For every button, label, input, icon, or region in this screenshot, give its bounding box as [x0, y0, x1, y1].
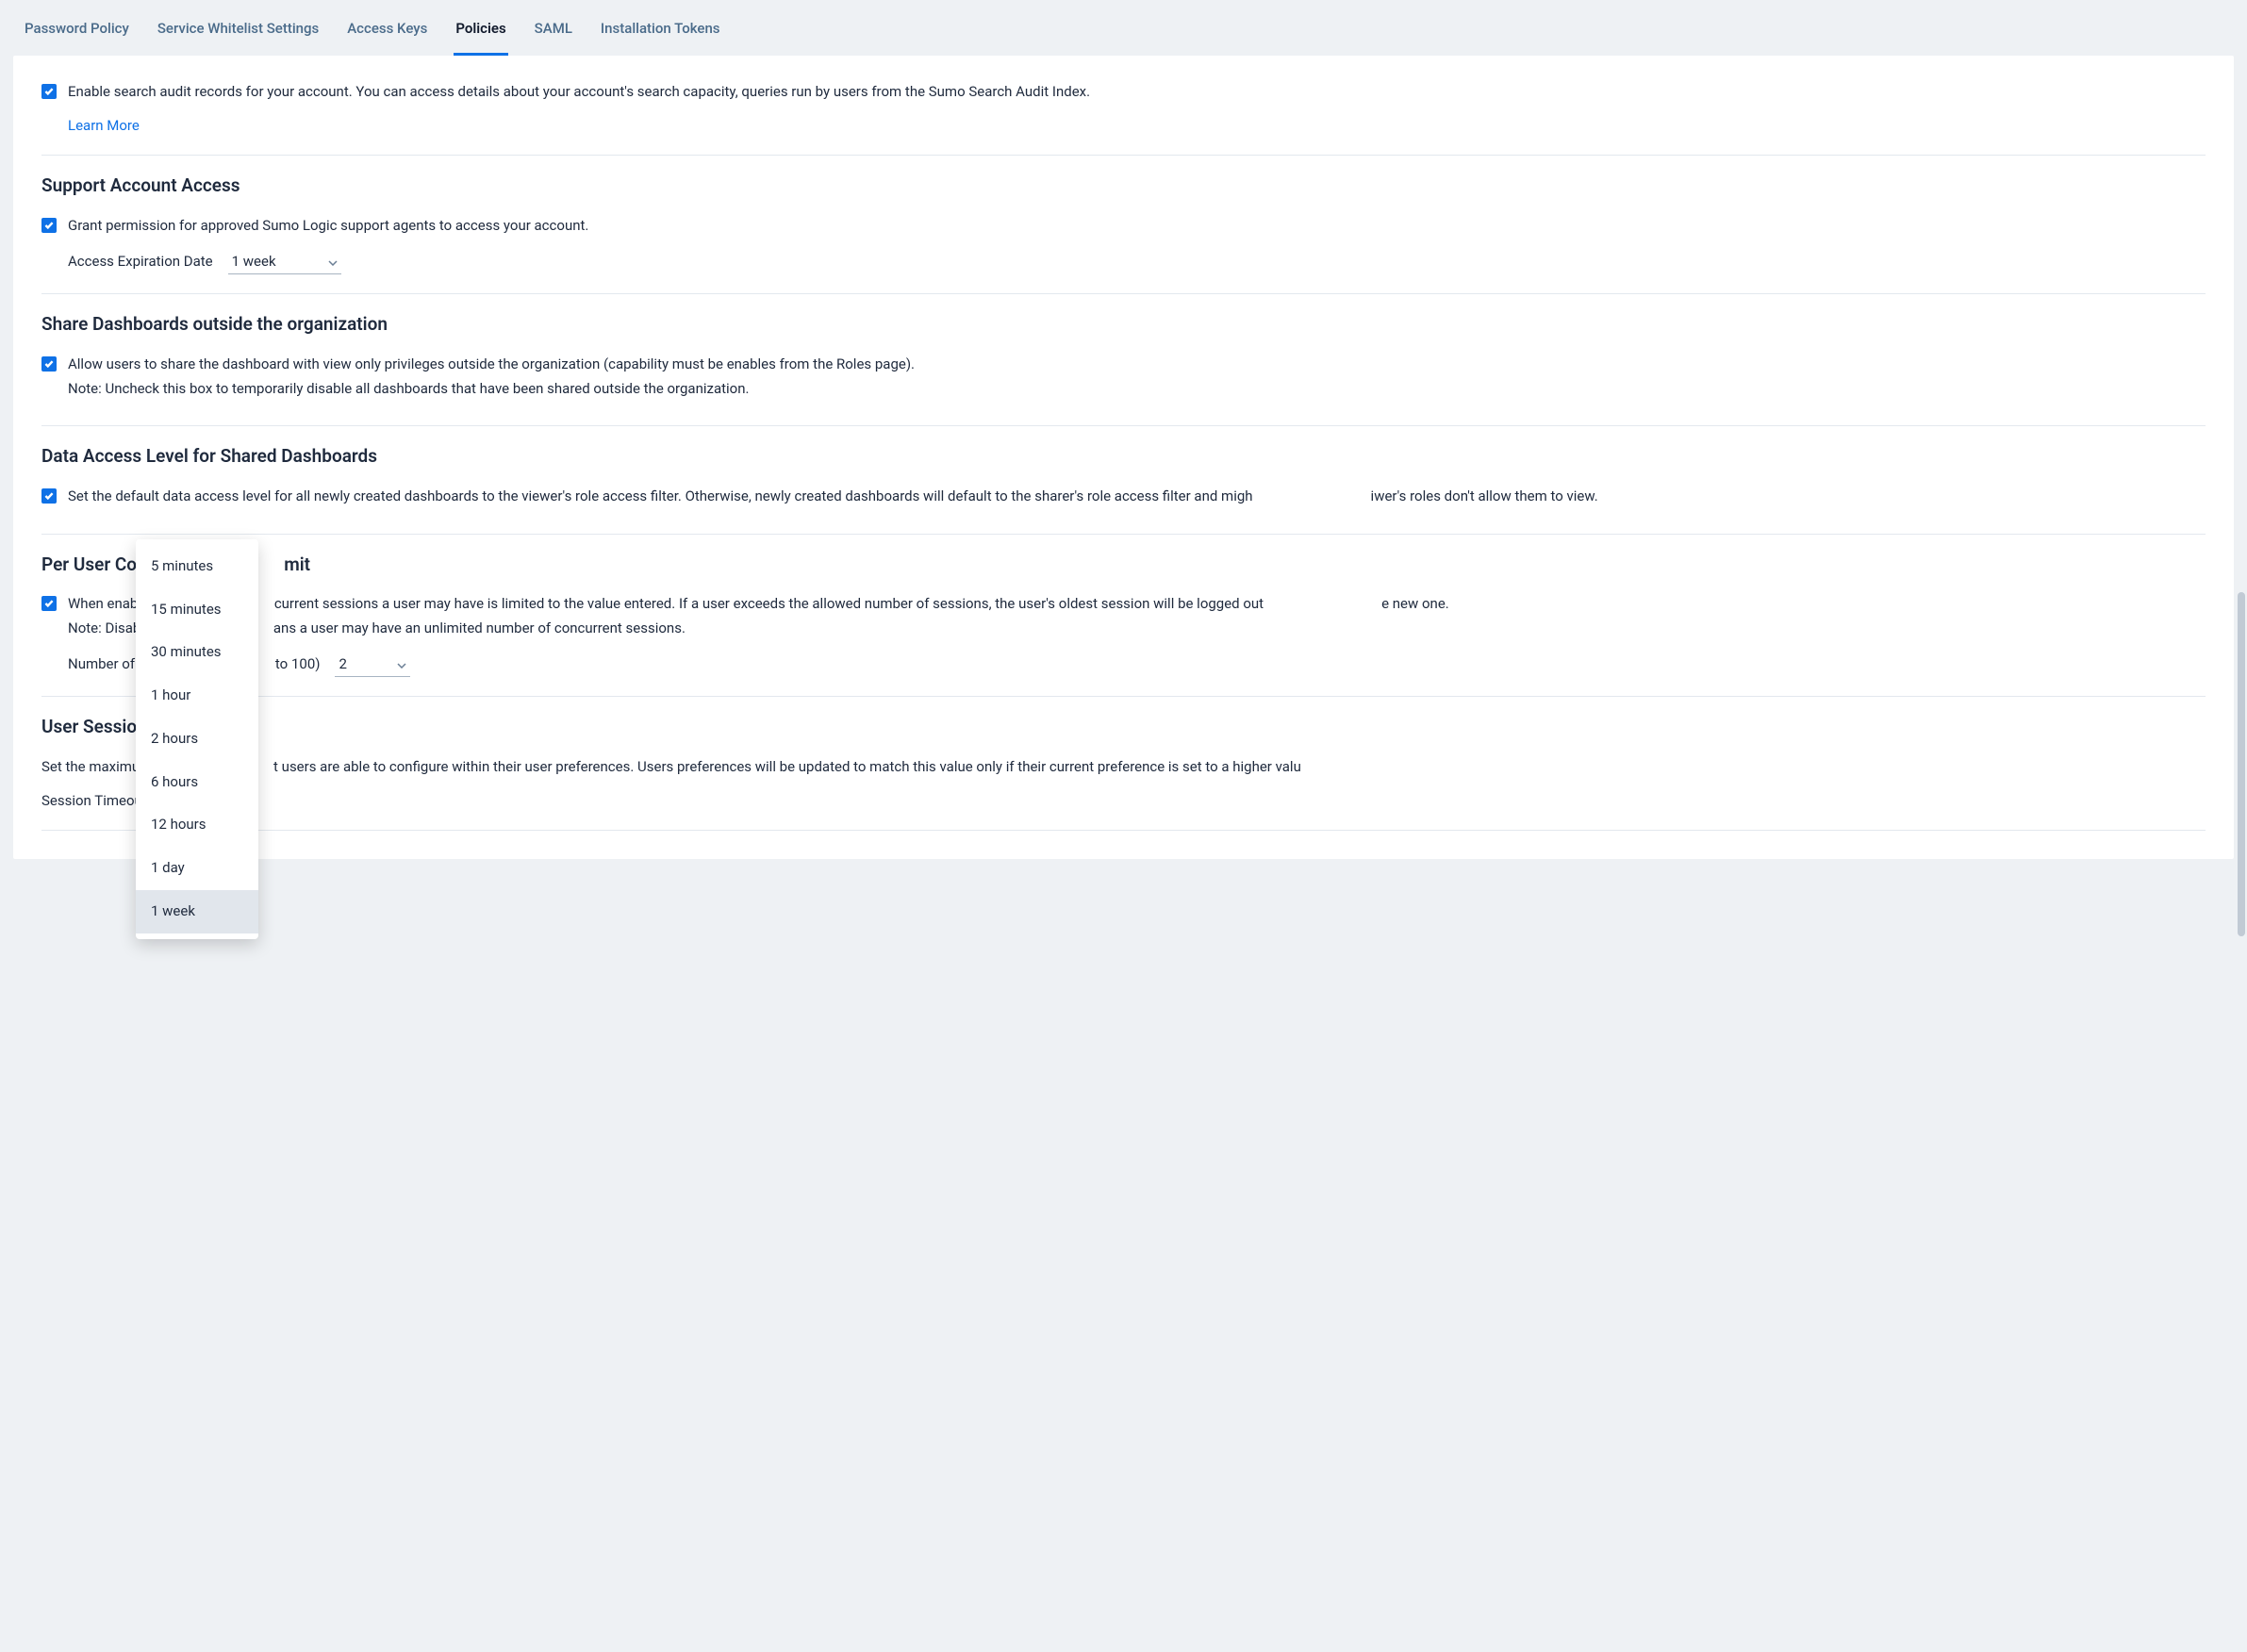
- checkbox-support-access[interactable]: [41, 218, 57, 233]
- dropdown-option-15m[interactable]: 15 minutes: [136, 588, 258, 632]
- concurrent-count-value: 2: [339, 654, 346, 675]
- dropdown-option-2h[interactable]: 2 hours: [136, 718, 258, 761]
- tab-access-keys[interactable]: Access Keys: [345, 13, 429, 56]
- access-expiration-value: 1 week: [232, 252, 276, 273]
- checkbox-share-dashboards[interactable]: [41, 356, 57, 372]
- dropdown-option-5m[interactable]: 5 minutes: [136, 545, 258, 588]
- scrollbar[interactable]: [2238, 61, 2245, 1624]
- section-title-data-access: Data Access Level for Shared Dashboards: [41, 443, 2206, 470]
- learn-more-link[interactable]: Learn More: [68, 116, 140, 137]
- share-text: Allow users to share the dashboard with …: [68, 355, 915, 372]
- session-timeout-label: Session Timeout: [41, 791, 2206, 812]
- tab-password-policy[interactable]: Password Policy: [23, 13, 131, 56]
- checkbox-search-audit[interactable]: [41, 84, 57, 99]
- scrollbar-thumb[interactable]: [2238, 592, 2245, 936]
- concurrent-count-select[interactable]: 2: [335, 653, 410, 678]
- support-access-text: Grant permission for approved Sumo Logic…: [68, 216, 588, 237]
- session-timeout-dropdown: 5 minutes 15 minutes 30 minutes 1 hour 2…: [136, 539, 258, 939]
- section-title-support: Support Account Access: [41, 173, 2206, 199]
- dropdown-option-12h[interactable]: 12 hours: [136, 803, 258, 847]
- checkbox-data-access[interactable]: [41, 488, 57, 504]
- tab-service-whitelist[interactable]: Service Whitelist Settings: [156, 13, 321, 56]
- session-body: Set the maximum t users are able to conf…: [41, 757, 2206, 778]
- tab-saml[interactable]: SAML: [533, 13, 574, 56]
- chevron-down-icon: [397, 654, 406, 675]
- chevron-down-icon: [328, 252, 338, 273]
- tab-policies[interactable]: Policies: [454, 13, 507, 56]
- section-title-share: Share Dashboards outside the organizatio…: [41, 311, 2206, 338]
- dropdown-option-1h[interactable]: 1 hour: [136, 674, 258, 718]
- dropdown-option-6h[interactable]: 6 hours: [136, 761, 258, 804]
- dropdown-option-30m[interactable]: 30 minutes: [136, 631, 258, 674]
- share-note: Note: Uncheck this box to temporarily di…: [68, 379, 915, 400]
- policies-panel: Enable search audit records for your acc…: [13, 56, 2234, 860]
- access-expiration-label: Access Expiration Date: [68, 252, 213, 273]
- concurrent-text: When enableccurrent sessions a user may …: [68, 594, 1449, 639]
- tab-installation-tokens[interactable]: Installation Tokens: [599, 13, 722, 56]
- dropdown-option-1d[interactable]: 1 day: [136, 847, 258, 890]
- data-access-text: Set the default data access level for al…: [68, 487, 1598, 507]
- tab-bar: Password Policy Service Whitelist Settin…: [13, 0, 2234, 56]
- checkbox-concurrent[interactable]: [41, 596, 57, 611]
- section-title-concurrent: Per User Concumit: [41, 552, 2206, 578]
- access-expiration-select[interactable]: 1 week: [228, 250, 341, 275]
- search-audit-text: Enable search audit records for your acc…: [68, 82, 1090, 103]
- section-title-session: User Session Ti: [41, 714, 2206, 740]
- dropdown-option-1w[interactable]: 1 week: [136, 890, 258, 933]
